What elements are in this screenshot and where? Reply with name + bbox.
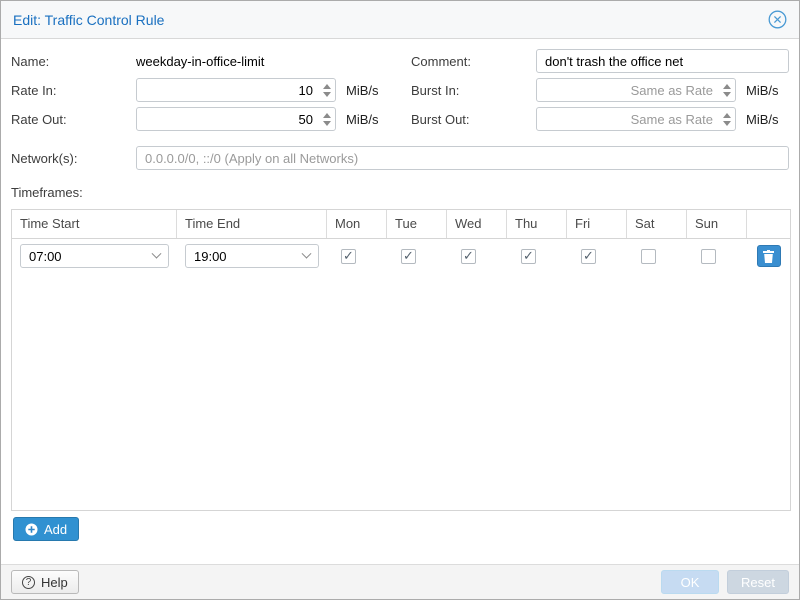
help-button-label: Help — [41, 575, 68, 590]
rate-in-input[interactable] — [136, 78, 336, 102]
column-header-thu: Thu — [507, 210, 567, 238]
column-header-sat: Sat — [627, 210, 687, 238]
burst-out-input[interactable] — [536, 107, 736, 131]
time-end-select[interactable]: 19:00 — [185, 244, 319, 268]
dialog-header: Edit: Traffic Control Rule — [1, 1, 799, 39]
burst-out-unit: MiB/s — [746, 112, 779, 127]
thu-checkbox[interactable] — [521, 249, 536, 264]
tue-cell — [387, 239, 447, 273]
spinner-down-icon[interactable] — [323, 121, 331, 126]
rate-out-field — [136, 107, 336, 131]
plus-circle-icon — [25, 523, 38, 536]
burst-in-field — [536, 78, 736, 102]
fri-checkbox[interactable] — [581, 249, 596, 264]
column-header-wed: Wed — [447, 210, 507, 238]
chevron-down-icon[interactable] — [302, 248, 312, 258]
column-header-time-end: Time End — [177, 210, 327, 238]
column-header-tue: Tue — [387, 210, 447, 238]
sun-cell — [687, 239, 747, 273]
column-header-fri: Fri — [567, 210, 627, 238]
spinner-up-icon[interactable] — [323, 84, 331, 89]
mon-cell — [327, 239, 387, 273]
comment-field — [536, 49, 789, 73]
time-end-value: 19:00 — [194, 249, 227, 264]
rate-out-input[interactable] — [136, 107, 336, 131]
timeframes-table: Time Start Time End Mon Tue Wed Thu Fri … — [11, 209, 791, 511]
help-button[interactable]: ? Help — [11, 570, 79, 594]
time-end-cell: 19:00 — [177, 239, 327, 273]
close-icon[interactable] — [768, 10, 787, 29]
rate-in-field — [136, 78, 336, 102]
spinner-down-icon[interactable] — [723, 121, 731, 126]
add-button-label: Add — [44, 522, 67, 537]
burst-in-label: Burst In: — [411, 83, 459, 98]
burst-in-input[interactable] — [536, 78, 736, 102]
reset-button[interactable]: Reset — [727, 570, 789, 594]
sun-checkbox[interactable] — [701, 249, 716, 264]
add-button[interactable]: Add — [13, 517, 79, 541]
networks-field — [136, 146, 789, 170]
comment-input[interactable] — [536, 49, 789, 73]
column-header-time-start: Time Start — [12, 210, 177, 238]
spinner-up-icon[interactable] — [323, 113, 331, 118]
thu-cell — [507, 239, 567, 273]
comment-label: Comment: — [411, 54, 471, 69]
wed-cell — [447, 239, 507, 273]
sat-checkbox[interactable] — [641, 249, 656, 264]
timeframes-table-header: Time Start Time End Mon Tue Wed Thu Fri … — [12, 210, 790, 239]
delete-row-button[interactable] — [757, 245, 781, 267]
fri-cell — [567, 239, 627, 273]
mon-checkbox[interactable] — [341, 249, 356, 264]
tue-checkbox[interactable] — [401, 249, 416, 264]
column-header-mon: Mon — [327, 210, 387, 238]
rate-in-label: Rate In: — [11, 83, 57, 98]
dialog-title: Edit: Traffic Control Rule — [13, 12, 164, 28]
name-label: Name: — [11, 54, 49, 69]
edit-traffic-control-rule-dialog: Edit: Traffic Control Rule Name: weekday… — [0, 0, 800, 600]
name-value: weekday-in-office-limit — [136, 54, 264, 69]
dialog-footer: ? Help OK Reset — [1, 564, 799, 599]
time-start-select[interactable]: 07:00 — [20, 244, 169, 268]
burst-out-field — [536, 107, 736, 131]
rate-in-unit: MiB/s — [346, 83, 379, 98]
networks-input[interactable] — [136, 146, 789, 170]
spinner-down-icon[interactable] — [323, 92, 331, 97]
actions-cell — [747, 239, 790, 273]
rate-out-label: Rate Out: — [11, 112, 67, 127]
rate-out-spinner[interactable] — [318, 108, 335, 130]
time-start-cell: 07:00 — [12, 239, 177, 273]
spinner-up-icon[interactable] — [723, 113, 731, 118]
column-header-actions — [747, 210, 790, 238]
burst-in-unit: MiB/s — [746, 83, 779, 98]
column-header-sun: Sun — [687, 210, 747, 238]
question-mark-icon: ? — [22, 576, 35, 589]
time-start-value: 07:00 — [29, 249, 62, 264]
chevron-down-icon[interactable] — [152, 248, 162, 258]
sat-cell — [627, 239, 687, 273]
wed-checkbox[interactable] — [461, 249, 476, 264]
ok-button[interactable]: OK — [661, 570, 719, 594]
burst-in-spinner[interactable] — [718, 79, 735, 101]
table-row: 07:00 19:00 — [12, 239, 790, 273]
burst-out-label: Burst Out: — [411, 112, 470, 127]
timeframes-label: Timeframes: — [11, 185, 83, 200]
rate-out-unit: MiB/s — [346, 112, 379, 127]
spinner-up-icon[interactable] — [723, 84, 731, 89]
rate-in-spinner[interactable] — [318, 79, 335, 101]
networks-label: Network(s): — [11, 151, 77, 166]
burst-out-spinner[interactable] — [718, 108, 735, 130]
trash-icon — [763, 250, 774, 263]
spinner-down-icon[interactable] — [723, 92, 731, 97]
